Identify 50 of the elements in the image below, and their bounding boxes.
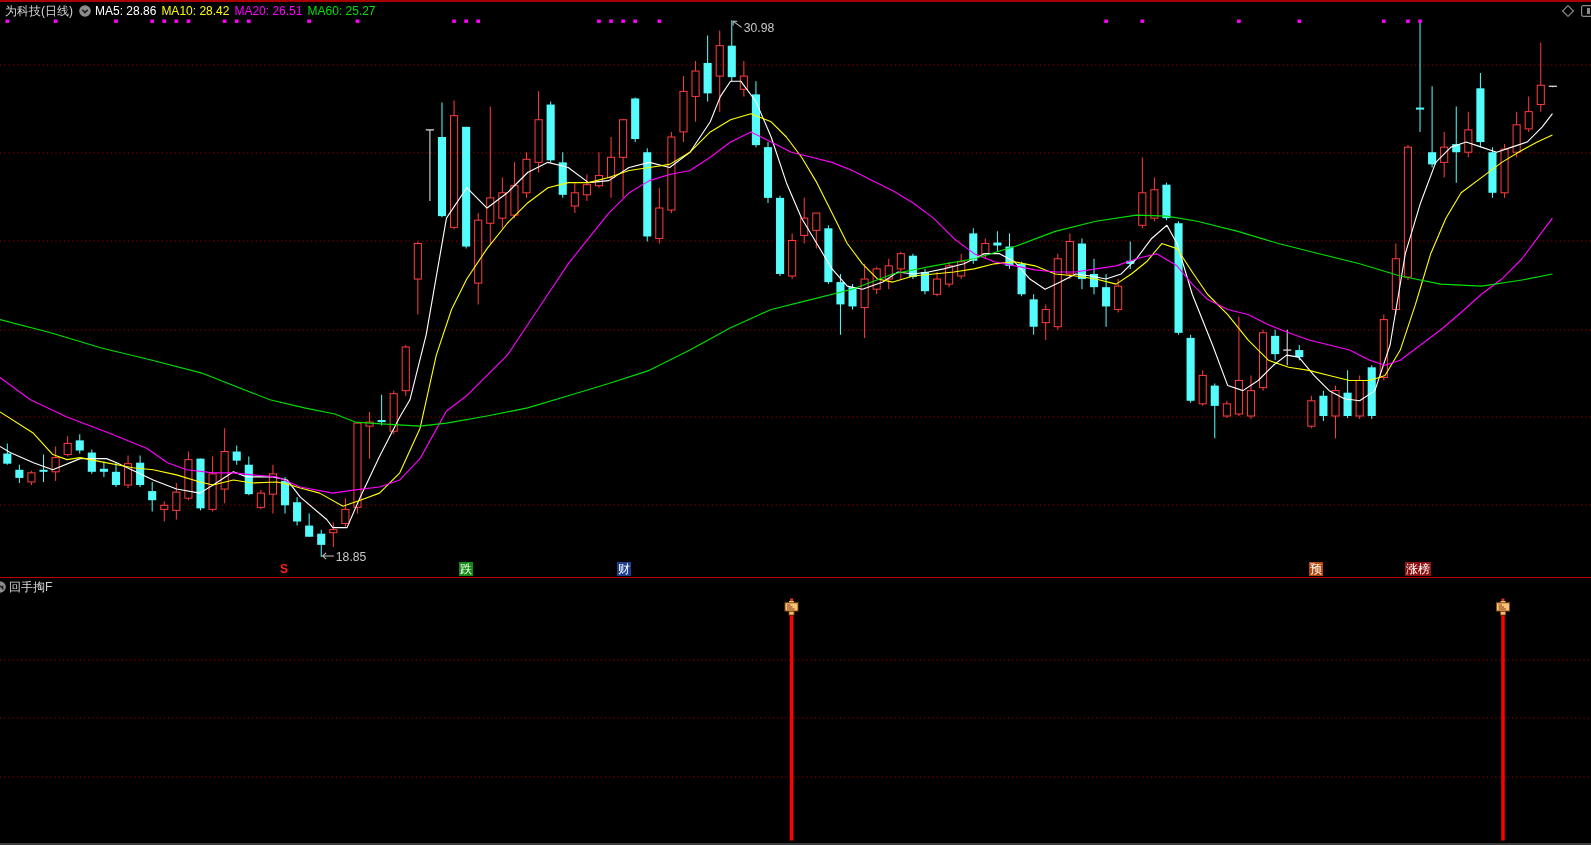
marker-icon: [633, 19, 637, 23]
price-label: 18.85: [335, 549, 367, 561]
marker-icon: [621, 19, 625, 23]
marker-icon: [162, 19, 167, 23]
signal-label: S: [280, 562, 288, 576]
signal-tag: 跌: [459, 562, 473, 576]
dropdown-icon[interactable]: [79, 4, 91, 17]
marker-icon: [234, 19, 239, 23]
marker-icon: [222, 19, 227, 23]
marker-icon: [307, 19, 311, 23]
marker-icon: [1297, 19, 1302, 23]
marker-icon: [246, 19, 251, 23]
marker-icon: [53, 19, 58, 23]
marker-icon: [1140, 19, 1145, 23]
panel-toggle-icon[interactable]: [1581, 4, 1591, 17]
marker-icon: [1104, 19, 1108, 23]
ma-legend-label: MA5: 28.86: [95, 3, 157, 18]
marker-icon: [355, 19, 360, 23]
marker-icon: [186, 19, 191, 23]
scroll-icon: [784, 598, 799, 616]
marker-icon: [657, 19, 662, 23]
marker-icon: [1237, 19, 1241, 23]
marker-icon: [5, 19, 10, 23]
marker-icon: [452, 19, 456, 23]
marker-icon: [476, 19, 481, 23]
indicator-title: 回手掏F: [9, 580, 53, 594]
scroll-icon: [1496, 598, 1510, 616]
marker-icon: [150, 19, 155, 23]
doji-candle: [1282, 329, 1292, 366]
marker-icon: [114, 19, 118, 23]
ma-legend-label: MA60: 25.27: [307, 3, 376, 18]
marker-icon: [609, 19, 613, 23]
signal-tag: 预: [1309, 562, 1323, 576]
signal-tag: 涨榜: [1405, 562, 1431, 576]
ma-legend-label: MA10: 28.42: [161, 3, 230, 18]
doji-candle: [1548, 85, 1558, 88]
leader-arrow: [732, 20, 743, 28]
marker-icon: [464, 19, 468, 23]
signal-tag: 财: [617, 562, 631, 576]
marker-icon: [174, 19, 179, 23]
diamond-icon[interactable]: [1562, 4, 1574, 17]
marker-icon: [1418, 19, 1422, 23]
ma-legend-label: MA20: 26.51: [234, 3, 303, 18]
marker-icon: [1382, 19, 1386, 23]
marker-icon: [1406, 19, 1410, 23]
dropdown-icon[interactable]: [0, 581, 6, 593]
price-label: 30.98: [743, 21, 775, 35]
chart-title: 为科技(日线): [5, 3, 73, 18]
leader-arrow: [321, 552, 335, 560]
marker-icon: [597, 19, 601, 23]
